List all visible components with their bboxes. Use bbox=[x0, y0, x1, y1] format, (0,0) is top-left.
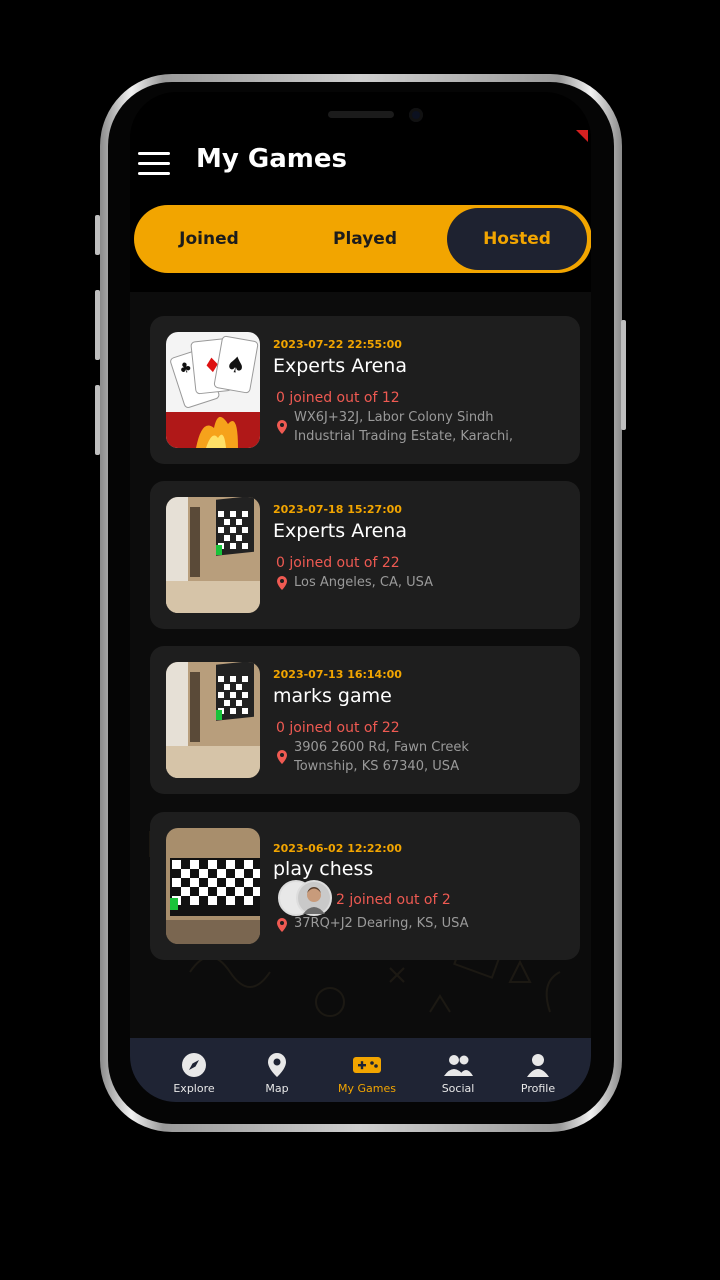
game-title: Experts Arena bbox=[273, 355, 407, 377]
game-thumbnail-chess-room bbox=[166, 497, 260, 613]
bottom-navigation: Explore Map My Games Social Profile bbox=[130, 1038, 591, 1102]
game-location: WX6J+32J, Labor Colony Sindh Industrial … bbox=[294, 408, 554, 446]
location-pin-icon bbox=[277, 576, 287, 590]
volume-up-button bbox=[95, 290, 100, 360]
location-pin-icon bbox=[277, 918, 287, 932]
game-thumbnail-cards: ♣ ♦ ♠ bbox=[166, 332, 260, 448]
nav-my-games[interactable]: My Games bbox=[327, 1038, 407, 1102]
game-thumbnail-chess-board bbox=[166, 828, 260, 944]
game-card[interactable]: 2023-07-13 16:14:00 marks game 0 joined … bbox=[150, 646, 580, 794]
page-title: My Games bbox=[196, 144, 347, 174]
user-icon bbox=[527, 1054, 549, 1077]
tab-joined[interactable]: Joined bbox=[134, 205, 284, 273]
joined-count: 0 joined out of 22 bbox=[276, 720, 400, 736]
phone-screen: My Games Joined Played Hosted ♣ ♦ ♠ 2023… bbox=[130, 92, 591, 1102]
game-location: 3906 2600 Rd, Fawn Creek Township, KS 67… bbox=[294, 738, 554, 776]
location-line: Township, KS 67340, USA bbox=[294, 759, 460, 774]
location-line: 3906 2600 Rd, Fawn Creek bbox=[294, 740, 469, 755]
location-pin-icon bbox=[277, 420, 287, 434]
tab-hosted[interactable]: Hosted bbox=[447, 208, 587, 270]
game-date: 2023-07-13 16:14:00 bbox=[273, 668, 402, 681]
game-thumbnail-chess-room bbox=[166, 662, 260, 778]
map-pin-icon bbox=[268, 1053, 286, 1077]
nav-label: My Games bbox=[338, 1082, 396, 1095]
game-title: Experts Arena bbox=[273, 520, 407, 542]
avatar bbox=[296, 880, 332, 916]
phone-camera bbox=[409, 108, 423, 122]
gamepad-icon bbox=[353, 1057, 381, 1073]
games-tabs: Joined Played Hosted bbox=[134, 205, 591, 273]
volume-down-button bbox=[95, 385, 100, 455]
nav-map[interactable]: Map bbox=[237, 1038, 317, 1102]
game-date: 2023-07-22 22:55:00 bbox=[273, 338, 402, 351]
nav-label: Map bbox=[265, 1082, 289, 1095]
game-location: Los Angeles, CA, USA bbox=[294, 573, 554, 592]
location-line: 37RQ+J2 Dearing, KS, USA bbox=[294, 916, 469, 931]
location-line: Los Angeles, CA, USA bbox=[294, 575, 434, 590]
location-line: WX6J+32J, Labor Colony Sindh bbox=[294, 410, 494, 425]
nav-label: Explore bbox=[173, 1082, 215, 1095]
tab-played[interactable]: Played bbox=[290, 205, 440, 273]
nav-explore[interactable]: Explore bbox=[154, 1038, 234, 1102]
joined-count: 0 joined out of 22 bbox=[276, 555, 400, 571]
game-date: 2023-07-18 15:27:00 bbox=[273, 503, 402, 516]
nav-label: Social bbox=[441, 1082, 475, 1095]
volume-button bbox=[95, 215, 100, 255]
game-card[interactable]: 2023-06-02 12:22:00 play chess 2 joined … bbox=[150, 812, 580, 960]
users-icon bbox=[444, 1055, 473, 1076]
nav-label: Profile bbox=[520, 1082, 556, 1095]
game-title: play chess bbox=[273, 858, 374, 880]
joined-count: 0 joined out of 12 bbox=[276, 390, 400, 406]
game-date: 2023-06-02 12:22:00 bbox=[273, 842, 402, 855]
game-card[interactable]: 2023-07-18 15:27:00 Experts Arena 0 join… bbox=[150, 481, 580, 629]
game-location: 37RQ+J2 Dearing, KS, USA bbox=[294, 914, 554, 933]
compass-icon bbox=[182, 1053, 206, 1077]
corner-indicator bbox=[576, 130, 588, 142]
phone-speaker bbox=[328, 111, 394, 118]
nav-social[interactable]: Social bbox=[418, 1038, 498, 1102]
location-line: Industrial Trading Estate, Karachi, bbox=[294, 429, 514, 444]
joined-count: 2 joined out of 2 bbox=[336, 892, 451, 908]
game-title: marks game bbox=[273, 685, 392, 707]
nav-profile[interactable]: Profile bbox=[498, 1038, 578, 1102]
participant-avatars bbox=[278, 880, 332, 916]
power-button bbox=[621, 320, 626, 430]
location-pin-icon bbox=[277, 750, 287, 764]
hamburger-menu-icon[interactable] bbox=[138, 150, 172, 178]
game-card[interactable]: ♣ ♦ ♠ 2023-07-22 22:55:00 Experts Arena … bbox=[150, 316, 580, 464]
